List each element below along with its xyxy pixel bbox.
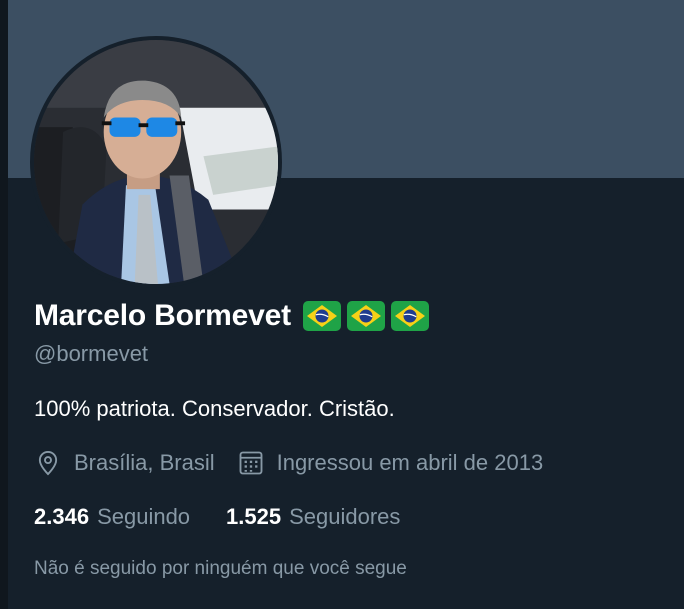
profile-handle: @bormevet: [34, 341, 149, 366]
window-edge: [0, 0, 8, 609]
followers-link[interactable]: 1.525 Seguidores: [226, 504, 400, 530]
profile-name: Marcelo Bormevet: [34, 299, 291, 332]
followers-label: Seguidores: [289, 504, 401, 529]
profile-location: Brasília, Brasil: [34, 449, 215, 477]
brazil-flag-icon: [346, 301, 385, 331]
profile-joined-text: Ingressou em abril de 2013: [276, 450, 544, 475]
calendar-icon: [239, 451, 263, 475]
profile-joined: Ingressou em abril de 2013: [237, 449, 544, 477]
following-link[interactable]: 2.346 Seguindo: [34, 504, 190, 530]
profile-stats: 2.346 Seguindo 1.525 Seguidores: [34, 500, 400, 534]
avatar-photo: [34, 40, 278, 284]
brazil-flag-icon: [302, 301, 341, 331]
profile-name-flags: [302, 301, 429, 331]
location-pin-icon: [38, 450, 58, 476]
followed-by-text: Não é seguido por ninguém que você segue: [34, 558, 407, 579]
following-label: Seguindo: [97, 504, 191, 529]
brazil-flag-icon: [390, 301, 429, 331]
profile-bio: 100% patriota. Conservador. Cristão.: [34, 396, 395, 421]
profile-meta: Brasília, Brasil Ingressou em abril de 2…: [34, 446, 543, 480]
profile-name-row: Marcelo Bormevet: [34, 296, 429, 336]
followers-count: 1.525: [226, 504, 282, 529]
following-count: 2.346: [34, 504, 90, 529]
profile-avatar[interactable]: [30, 36, 282, 288]
profile-location-text: Brasília, Brasil: [74, 450, 215, 475]
